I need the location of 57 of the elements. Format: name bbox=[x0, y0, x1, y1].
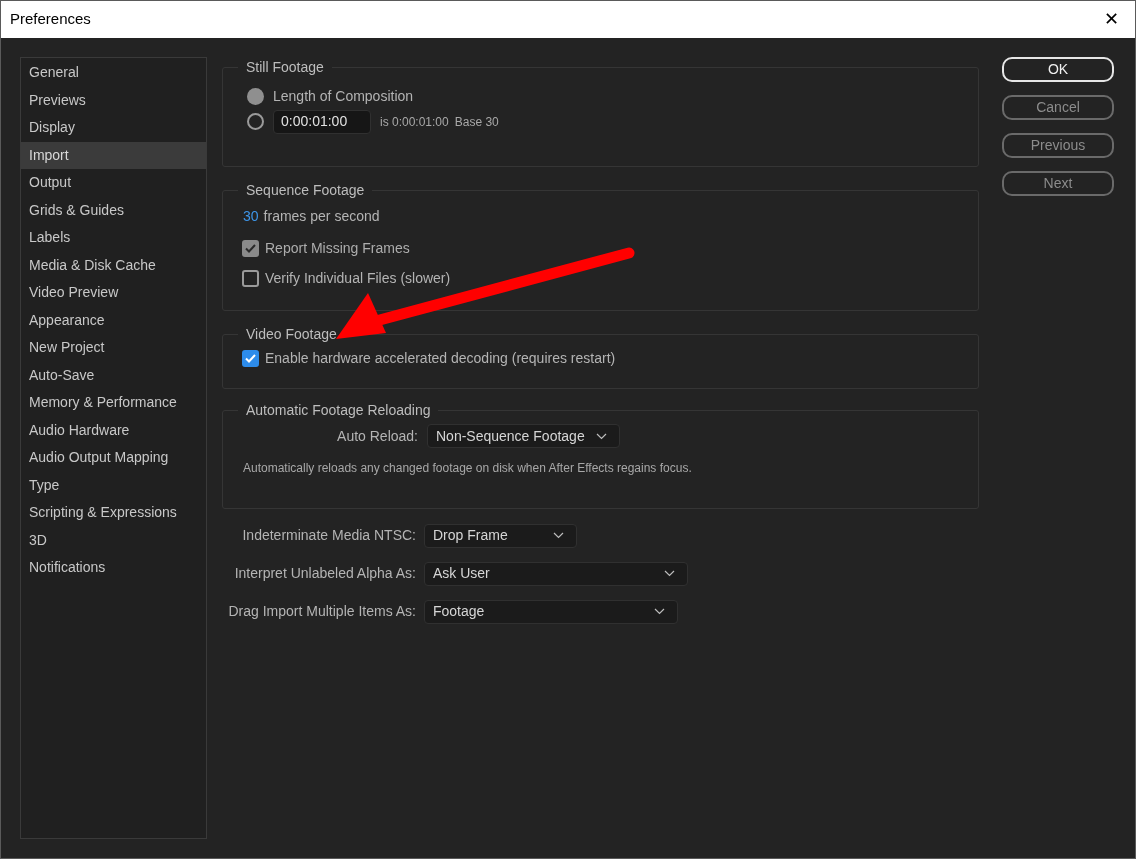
sidebar-item[interactable]: New Project bbox=[21, 334, 206, 362]
checkbox[interactable] bbox=[242, 269, 259, 287]
checkbox-label: Enable hardware accelerated decoding (requires restart) bbox=[265, 348, 616, 368]
chevron-down-icon bbox=[596, 432, 607, 440]
duration-field[interactable]: 0:00:01:00 bbox=[273, 109, 371, 134]
dialog-button[interactable]: OK bbox=[1002, 57, 1114, 82]
dialog-button[interactable]: Previous bbox=[1002, 133, 1114, 158]
sidebar-item[interactable]: Type bbox=[21, 471, 206, 499]
dialog-button[interactable]: Next bbox=[1002, 171, 1114, 196]
field-label: Indeterminate Media NTSC: bbox=[241, 526, 417, 545]
sidebar-item[interactable]: Grids & Guides bbox=[21, 196, 206, 224]
field-label: Interpret Unlabeled Alpha As: bbox=[233, 564, 417, 583]
base-note: Base 30 bbox=[454, 113, 499, 131]
chevron-down-icon bbox=[654, 608, 665, 615]
checkbox-label: Verify Individual Files (slower) bbox=[265, 268, 451, 288]
group-title: Still Footage bbox=[245, 58, 325, 77]
sidebar-item[interactable]: Notifications bbox=[21, 554, 206, 582]
sidebar-item[interactable]: 3D bbox=[21, 526, 206, 554]
dialog-button[interactable]: Cancel bbox=[1002, 95, 1114, 120]
window-title: Preferences bbox=[10, 9, 91, 30]
dropdown[interactable]: Ask User bbox=[424, 561, 688, 586]
sidebar-item[interactable]: Previews bbox=[21, 86, 206, 114]
dropdown[interactable]: Non-Sequence Footage bbox=[427, 424, 620, 448]
radio-button[interactable] bbox=[247, 113, 264, 130]
fps-value[interactable]: 30 bbox=[243, 205, 259, 227]
dropdown[interactable]: Footage bbox=[424, 599, 678, 624]
group-title: Sequence Footage bbox=[245, 181, 366, 200]
radio-button[interactable] bbox=[247, 88, 264, 105]
sidebar-item[interactable]: Audio Hardware bbox=[21, 416, 206, 444]
check-icon bbox=[245, 243, 256, 253]
sidebar-item[interactable]: Import bbox=[21, 141, 206, 169]
sidebar-item[interactable]: Labels bbox=[21, 224, 206, 252]
dropdown[interactable]: Drop Frame bbox=[424, 523, 577, 548]
help-text: Automatically reloads any changed footage on disk when After Effects regains focus. bbox=[242, 460, 693, 477]
chevron-down-icon bbox=[664, 570, 675, 577]
group-title: Automatic Footage Reloading bbox=[245, 401, 432, 420]
sidebar-item[interactable]: Media & Disk Cache bbox=[21, 251, 206, 279]
sidebar-item[interactable]: Scripting & Expressions bbox=[21, 499, 206, 527]
close-button[interactable]: ✕ bbox=[1096, 4, 1126, 35]
sidebar-item[interactable]: Audio Output Mapping bbox=[21, 444, 206, 472]
fps-label: frames per second bbox=[263, 206, 380, 226]
radio-label: Length of Composition bbox=[273, 87, 414, 106]
sidebar-item[interactable]: Memory & Performance bbox=[21, 389, 206, 417]
sidebar-item[interactable]: General bbox=[21, 59, 206, 87]
sidebar-item[interactable]: Output bbox=[21, 169, 206, 197]
sidebar-item[interactable]: Auto-Save bbox=[21, 361, 206, 389]
sidebar-item[interactable]: Appearance bbox=[21, 306, 206, 334]
sidebar-item[interactable]: Video Preview bbox=[21, 279, 206, 307]
group-title: Video Footage bbox=[245, 325, 338, 344]
chevron-down-icon bbox=[553, 532, 564, 539]
field-label: Auto Reload: bbox=[336, 426, 419, 446]
check-icon bbox=[245, 353, 256, 363]
sidebar-item[interactable]: Display bbox=[21, 114, 206, 142]
checkbox[interactable] bbox=[242, 349, 259, 367]
checkbox-label: Report Missing Frames bbox=[265, 238, 410, 258]
duration-note: is 0:00:01:00 bbox=[380, 113, 449, 131]
field-label: Drag Import Multiple Items As: bbox=[227, 602, 417, 621]
